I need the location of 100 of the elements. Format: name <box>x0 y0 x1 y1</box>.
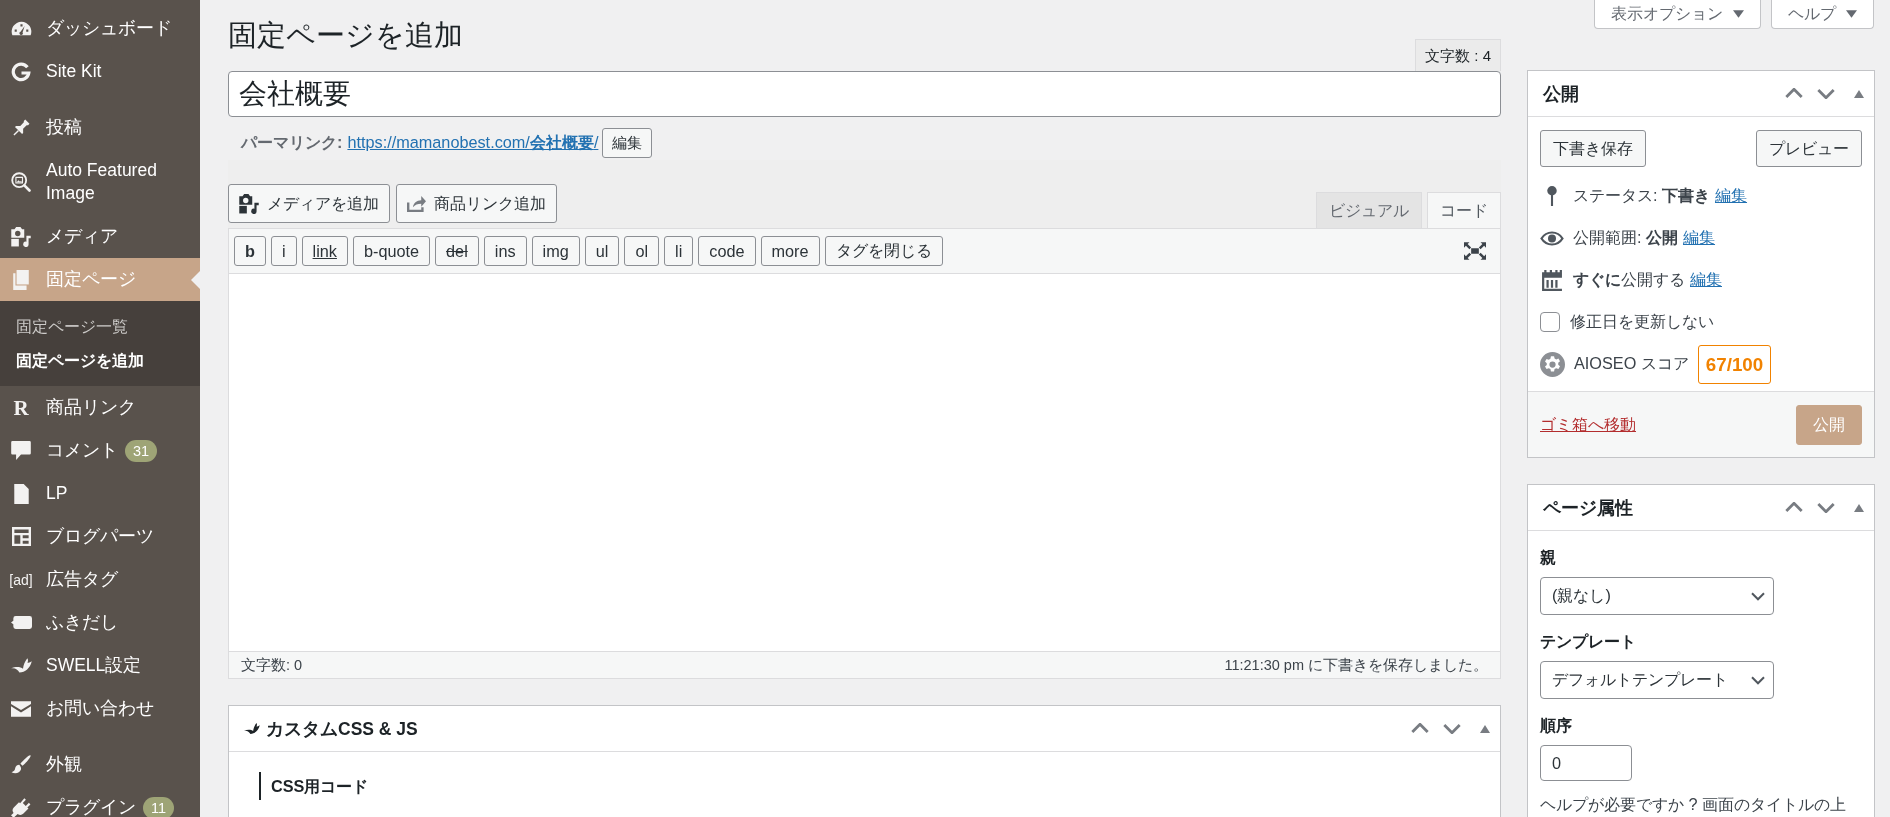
permalink-link[interactable]: https://mamanobest.com/会社概要/ <box>347 132 599 154</box>
field-label: テンプレート <box>1540 631 1636 652</box>
chat-bubble-icon <box>10 616 32 629</box>
save-draft-button[interactable]: 下書き保存 <box>1540 130 1646 167</box>
chevron-down-icon <box>1751 591 1765 601</box>
preview-button[interactable]: プレビュー <box>1756 130 1862 167</box>
help-button[interactable]: ヘルプ <box>1771 0 1874 29</box>
checkbox-label: 修正日を更新しない <box>1570 311 1714 332</box>
checkbox[interactable] <box>1540 312 1560 332</box>
quicktag-button[interactable]: img <box>531 236 580 266</box>
triangle-up-icon[interactable] <box>1480 724 1490 733</box>
order-field[interactable]: 0 <box>1540 745 1632 781</box>
chevron-down-icon[interactable] <box>1817 502 1835 513</box>
chevron-down-icon[interactable] <box>1817 88 1835 99</box>
calendar-icon <box>1542 269 1562 291</box>
sidebar-menu-item[interactable]: LP <box>0 472 200 515</box>
quicktag-button[interactable]: link <box>301 236 348 266</box>
sidebar-menu-item[interactable]: プラグイン 11 <box>0 786 200 817</box>
g-logo-icon <box>11 61 31 82</box>
edit-link[interactable]: 編集 <box>1683 227 1716 249</box>
gauge-icon <box>10 21 32 36</box>
speech-bubble-icon <box>11 441 31 460</box>
quicktag-button[interactable]: more <box>760 236 820 266</box>
plug-icon <box>11 797 31 817</box>
sidebar-menu-item[interactable]: メディア <box>0 215 200 258</box>
caret-down-icon <box>1846 10 1857 18</box>
add-media-button[interactable]: メディアを追加 <box>228 184 390 223</box>
trash-link[interactable]: ゴミ箱へ移動 <box>1540 413 1636 436</box>
caret-down-icon <box>1733 10 1744 18</box>
chevron-up-icon[interactable] <box>1785 502 1803 513</box>
edit-permalink-button[interactable]: 編集 <box>602 128 653 158</box>
submenu-item[interactable]: 固定ページを追加 <box>0 343 200 377</box>
pin-icon <box>1547 186 1557 206</box>
panel-title: ページ属性 <box>1543 496 1633 520</box>
permalink-label: パーマリンク: <box>241 132 343 153</box>
edit-link[interactable]: 編集 <box>1690 269 1722 291</box>
quicktag-button[interactable]: code <box>698 236 756 266</box>
product-link-button[interactable]: 商品リンク追加 <box>396 184 557 223</box>
panel-title: 公開 <box>1543 82 1579 106</box>
quicktag-button[interactable]: li <box>664 236 694 266</box>
sidebar-menu-item[interactable]: コメント 31 <box>0 429 200 472</box>
document-icon <box>13 483 29 504</box>
camera-note-icon <box>11 226 31 247</box>
envelope-icon <box>11 700 31 717</box>
layout-icon <box>11 527 31 546</box>
chevron-down-icon[interactable] <box>1443 723 1461 734</box>
screen-options-button[interactable]: 表示オプション <box>1594 0 1761 29</box>
count-badge: 31 <box>125 439 158 462</box>
quicktag-button[interactable]: ul <box>584 236 620 266</box>
word-count: 文字数: 0 <box>241 655 303 675</box>
editor-tab[interactable]: ビジュアル <box>1316 192 1422 228</box>
count-badge: 11 <box>143 796 175 817</box>
editor-tab[interactable]: コード <box>1427 192 1501 228</box>
sidebar-menu-item[interactable]: 外観 <box>0 743 200 786</box>
section-heading: CSS用コード <box>259 772 369 800</box>
field-label: 順序 <box>1540 715 1572 736</box>
help-text: ヘルプが必要ですか ? 画面のタイトルの上 <box>1540 794 1847 815</box>
bird-icon <box>244 722 260 735</box>
schedule-text: すぐに公開する <box>1573 269 1685 290</box>
chevron-down-icon <box>1751 675 1765 685</box>
visibility-text: 公開範囲: 公開 <box>1573 227 1679 248</box>
field-label: 親 <box>1540 547 1556 568</box>
fullscreen-icon[interactable] <box>1464 242 1486 260</box>
edit-link[interactable]: 編集 <box>1715 185 1748 207</box>
sidebar-menu-item[interactable]: お問い合わせ <box>0 687 200 730</box>
template-select[interactable]: デフォルトテンプレート <box>1540 661 1774 699</box>
submenu-item[interactable]: 固定ページ一覧 <box>0 309 200 343</box>
quicktag-button[interactable]: ins <box>483 236 527 266</box>
sidebar-menu-item[interactable]: ダッシュボード <box>0 7 200 50</box>
chevron-up-icon[interactable] <box>1785 88 1803 99</box>
sidebar-menu-item[interactable]: SWELL設定 <box>0 644 200 687</box>
sidebar-menu-item[interactable]: R 商品リンク <box>0 386 200 429</box>
triangle-up-icon[interactable] <box>1854 503 1864 512</box>
aioseo-score-label: AIOSEO スコア <box>1574 353 1689 374</box>
character-count: 文字数 : 4 <box>1415 39 1501 71</box>
sidebar-menu-item[interactable]: ふきだし <box>0 601 200 644</box>
triangle-up-icon[interactable] <box>1854 89 1864 98</box>
panel-title: カスタムCSS & JS <box>266 717 418 741</box>
parent-select[interactable]: (親なし) <box>1540 577 1774 615</box>
sidebar-menu-item[interactable]: Auto Featured Image <box>0 149 200 215</box>
sidebar-menu-item[interactable]: 投稿 <box>0 106 200 149</box>
sidebar-menu-item[interactable]: ブログパーツ <box>0 515 200 558</box>
quicktag-button[interactable]: b <box>234 236 266 266</box>
title-field[interactable]: 会社概要 <box>228 71 1501 117</box>
share-arrow-icon <box>407 195 426 212</box>
pushpin-icon <box>11 117 31 138</box>
quicktag-button[interactable]: b-quote <box>352 236 431 266</box>
r-logo-icon: R <box>13 397 29 418</box>
camera-note-icon <box>239 193 259 214</box>
autosave-message: 11:21:30 pm に下書きを保存しました。 <box>1224 655 1488 675</box>
quicktag-button[interactable]: i <box>270 236 297 266</box>
quicktag-button[interactable]: タグを閉じる <box>824 236 943 266</box>
menu-pointer-icon <box>191 270 200 289</box>
sidebar-menu-item[interactable]: Site Kit <box>0 50 200 93</box>
quicktag-button[interactable]: del <box>435 236 479 266</box>
sidebar-menu-item[interactable]: [ad] 広告タグ <box>0 558 200 601</box>
chevron-up-icon[interactable] <box>1411 723 1429 734</box>
gear-icon <box>1540 351 1565 377</box>
paintbrush-icon <box>11 754 31 775</box>
quicktag-button[interactable]: ol <box>624 236 660 266</box>
